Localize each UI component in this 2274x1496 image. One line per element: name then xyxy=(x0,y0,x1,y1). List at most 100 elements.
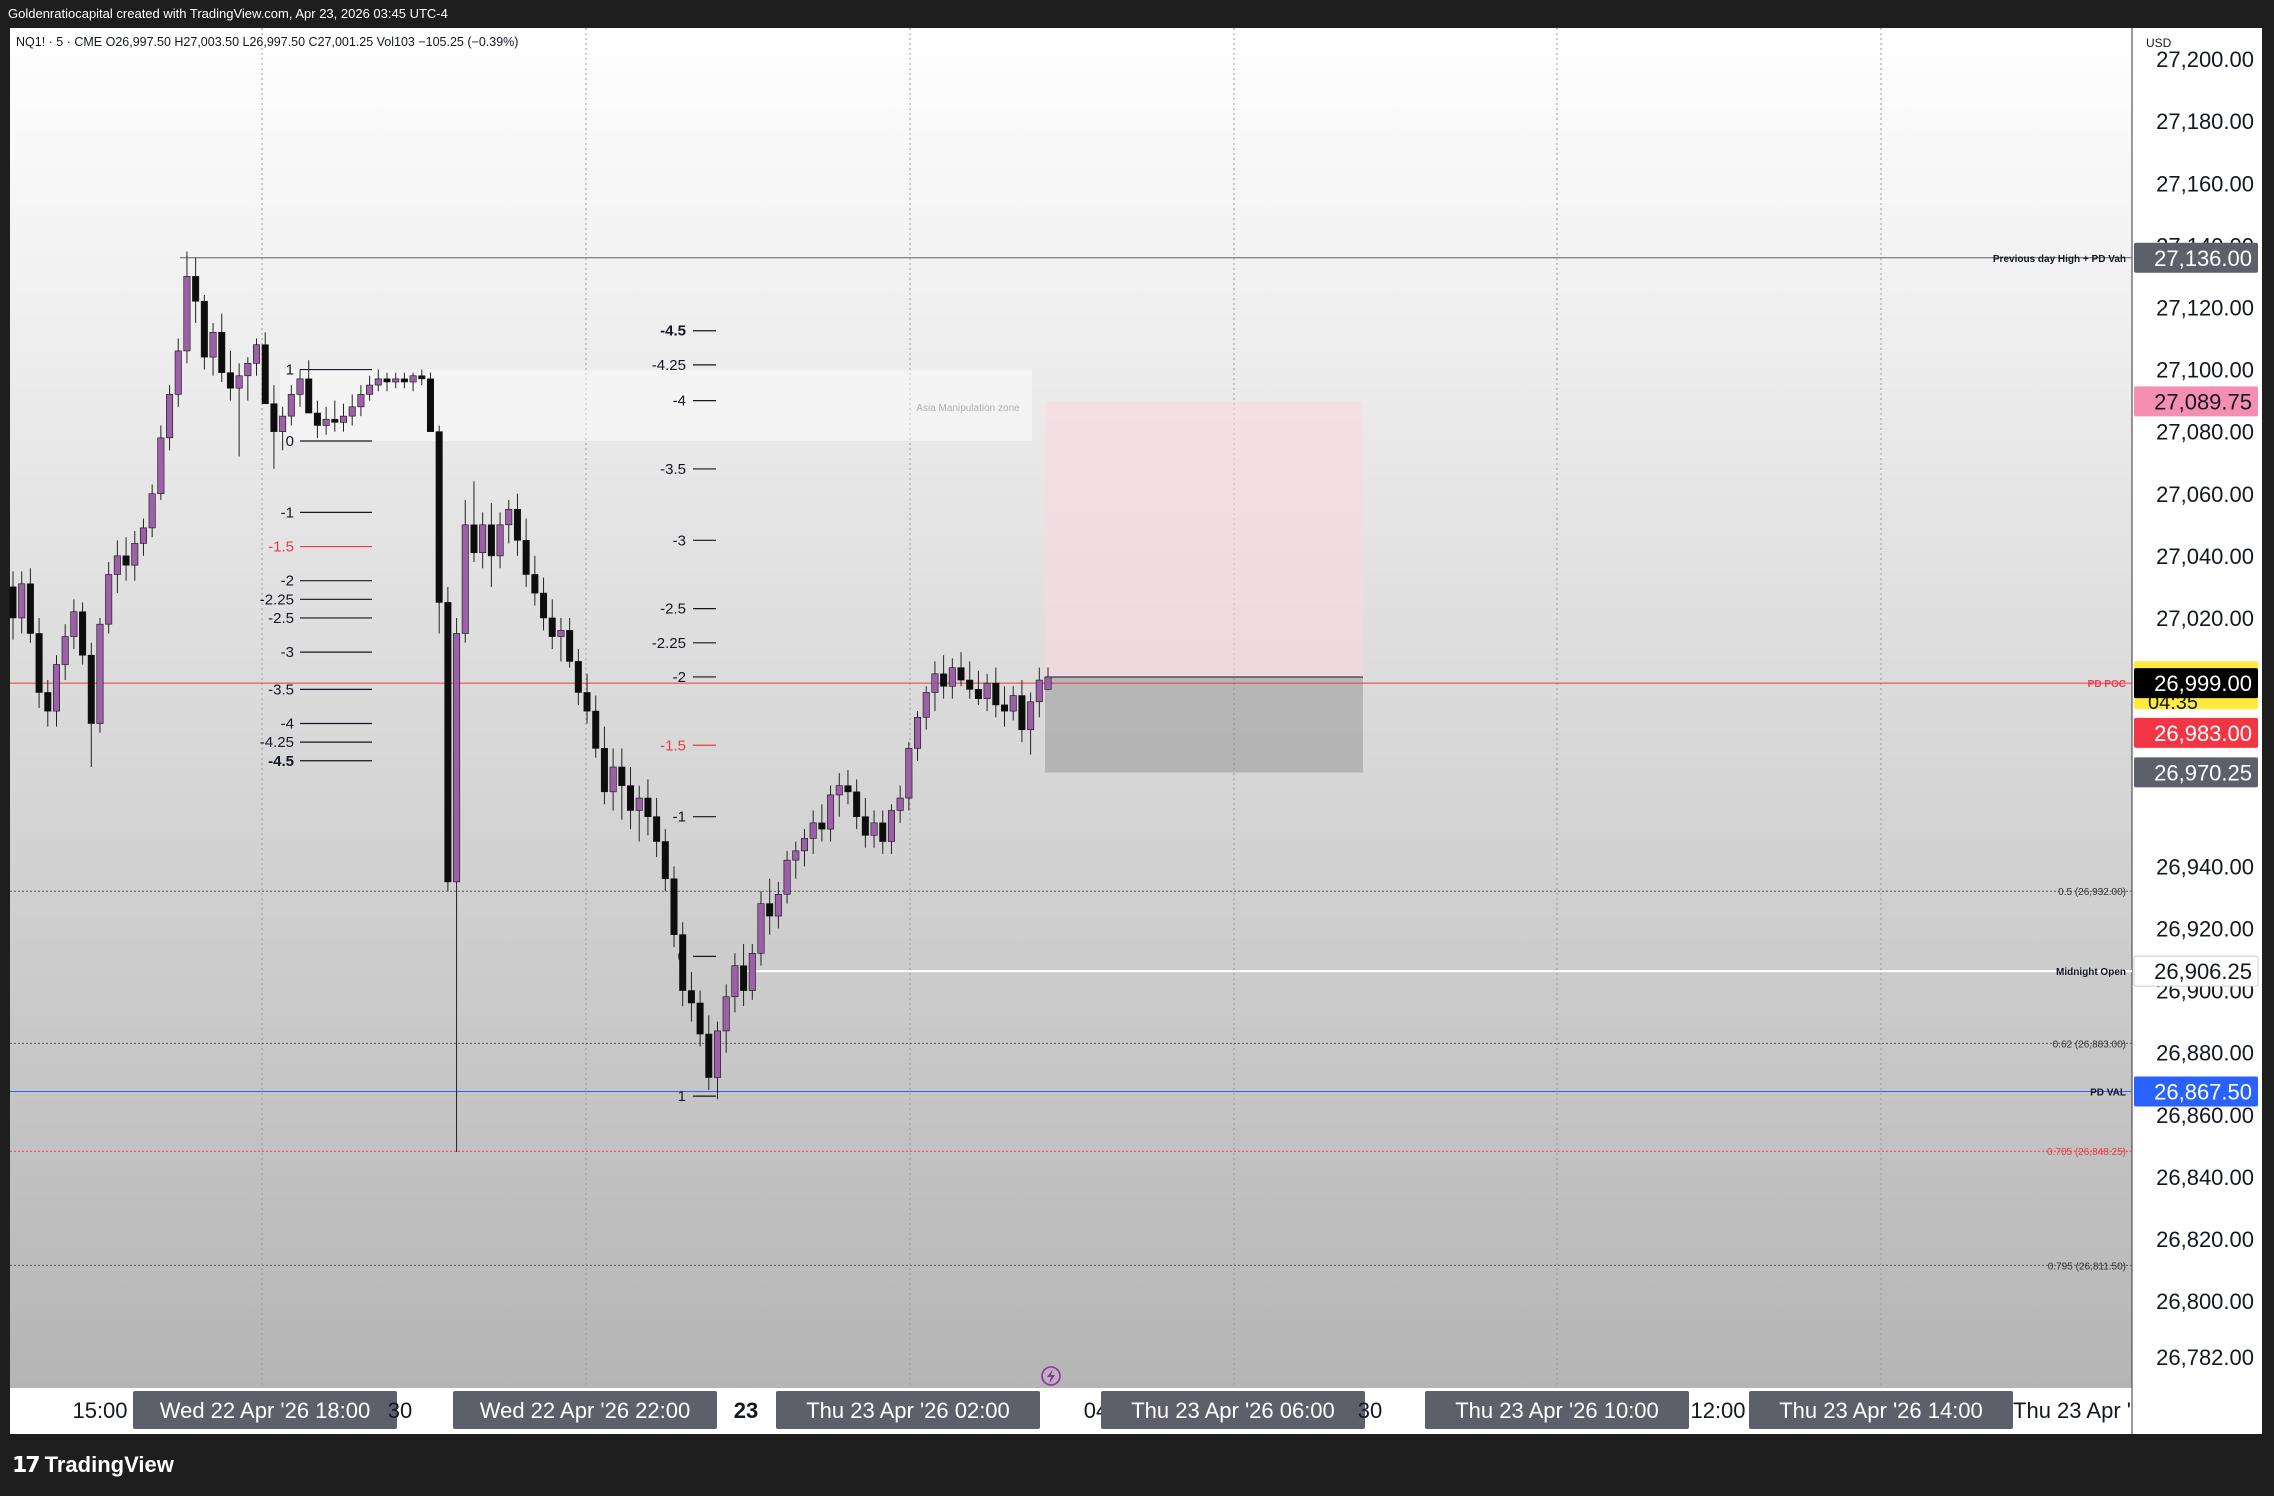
candle-body xyxy=(713,1030,721,1078)
y-axis-tick-label: 26,920.00 xyxy=(2156,916,2254,941)
y-axis-tick-label: 27,120.00 xyxy=(2156,295,2254,320)
candle-body xyxy=(722,996,730,1032)
candle-body xyxy=(218,331,226,373)
candle-body xyxy=(226,372,234,389)
reference-line-label: 0.795 (26,811.50) xyxy=(2048,1261,2126,1272)
candle-body xyxy=(253,344,261,364)
candle-body xyxy=(679,934,687,991)
candle-body xyxy=(531,574,539,594)
candle-body xyxy=(705,1033,713,1078)
candle-body xyxy=(487,524,495,557)
candle-body xyxy=(496,524,504,557)
x-axis-tick-label: Thu 23 Apr '26 14:00 xyxy=(1779,1398,1983,1423)
candle-body xyxy=(96,623,104,724)
candle-body xyxy=(879,822,887,842)
candle-body xyxy=(731,965,739,998)
candle-body xyxy=(1001,704,1009,712)
candle-body xyxy=(1035,679,1043,703)
candle-body xyxy=(853,791,861,817)
candle-body xyxy=(418,375,426,380)
x-axis-tick-label: Thu 23 Apr '26 06:00 xyxy=(1131,1398,1335,1423)
candle-body xyxy=(35,633,43,693)
reference-line-label: 0.62 (26,883.00) xyxy=(2053,1039,2126,1050)
candle-body xyxy=(322,418,330,426)
candle-body xyxy=(192,276,200,302)
candle-body xyxy=(200,300,208,358)
candle-body xyxy=(505,508,513,526)
candle-body xyxy=(809,822,817,839)
y-axis-tick-label: 26,800.00 xyxy=(2156,1289,2254,1314)
target-zone xyxy=(1045,401,1363,677)
y-axis-tick-label: 27,020.00 xyxy=(2156,606,2254,631)
candle-body xyxy=(896,797,904,811)
fib-level-label: -2.5 xyxy=(660,601,686,618)
candle-body xyxy=(887,810,895,842)
candle-body xyxy=(122,555,130,566)
reference-line-label: Previous day High + PD Vah xyxy=(1993,254,2126,265)
y-axis-tick-label: 27,080.00 xyxy=(2156,420,2254,445)
fib-level-label: 1 xyxy=(678,1088,686,1105)
fib-level-label: -3 xyxy=(281,644,294,661)
candle-body xyxy=(661,841,669,880)
x-axis-tick-label: Thu 23 Apr ' xyxy=(2013,1398,2131,1423)
reference-line-label: 0.5 (26,932.00) xyxy=(2058,887,2126,898)
fib-level-label: -1.5 xyxy=(660,737,686,754)
candle-body xyxy=(653,816,661,842)
candle-body xyxy=(453,633,461,883)
candle-body xyxy=(183,276,191,352)
y-axis-tick-label: 27,160.00 xyxy=(2156,171,2254,196)
candle-body xyxy=(827,794,835,830)
candle-body xyxy=(261,344,269,405)
candle-body xyxy=(139,527,147,544)
candle-body xyxy=(644,797,652,817)
candle-body xyxy=(1027,701,1035,731)
candle-body xyxy=(52,664,60,712)
price-badge-label: 26,970.25 xyxy=(2154,760,2252,785)
fib-level-label: -1 xyxy=(281,504,294,521)
y-axis-tick-label: 27,180.00 xyxy=(2156,109,2254,134)
candle-body xyxy=(592,710,600,749)
candle-body xyxy=(983,682,991,699)
chart-window: Goldenratiocapital created with TradingV… xyxy=(0,0,2274,1496)
price-badge-label: 26,867.50 xyxy=(2154,1079,2252,1104)
candle-body xyxy=(740,965,748,991)
candle-body xyxy=(957,667,965,681)
candle-body xyxy=(792,850,800,861)
tradingview-logo[interactable]: 𝟭𝟳 TradingView xyxy=(12,1452,174,1478)
candle-body xyxy=(800,838,808,852)
y-axis-tick-label: 26,860.00 xyxy=(2156,1103,2254,1128)
fib-level-label: -2.25 xyxy=(260,591,294,608)
candle-body xyxy=(296,378,304,395)
candle-body xyxy=(1018,695,1026,731)
price-chart[interactable]: Asia Manipulation zone Previous day High… xyxy=(0,0,2274,1496)
candle-body xyxy=(374,378,382,386)
candle-body xyxy=(600,748,608,793)
candle-body xyxy=(922,692,930,718)
candle-body xyxy=(400,378,408,383)
candle-body xyxy=(766,903,774,917)
x-axis-tick-label: 30 xyxy=(388,1398,412,1423)
asia-manipulation-zone-label: Asia Manipulation zone xyxy=(916,403,1020,414)
tradingview-logo-icon: 𝟭𝟳 xyxy=(12,1452,41,1477)
y-axis-tick-label: 27,060.00 xyxy=(2156,482,2254,507)
fib-level-label: -4.25 xyxy=(652,357,686,374)
x-axis-tick-label: 12:00 xyxy=(1690,1398,1745,1423)
candle-body xyxy=(392,378,400,383)
y-axis-tick-label: 26,820.00 xyxy=(2156,1227,2254,1252)
x-axis-tick-label: Wed 22 Apr '26 18:00 xyxy=(160,1398,371,1423)
reference-line-label: PD POC xyxy=(2088,679,2126,690)
candle-body xyxy=(270,403,278,432)
candle-body xyxy=(61,636,69,665)
candle-body xyxy=(783,859,791,895)
candle-body xyxy=(835,785,843,796)
candle-body xyxy=(479,524,487,554)
candle-body xyxy=(131,543,139,566)
candle-body xyxy=(574,661,582,693)
stop-zone xyxy=(1045,676,1363,773)
candle-body xyxy=(235,375,243,389)
brand-name: TradingView xyxy=(44,1452,174,1477)
candle-body xyxy=(444,602,452,883)
candle-body xyxy=(966,679,974,690)
candle-body xyxy=(566,630,574,662)
fib-level-label: -1.5 xyxy=(268,539,294,556)
